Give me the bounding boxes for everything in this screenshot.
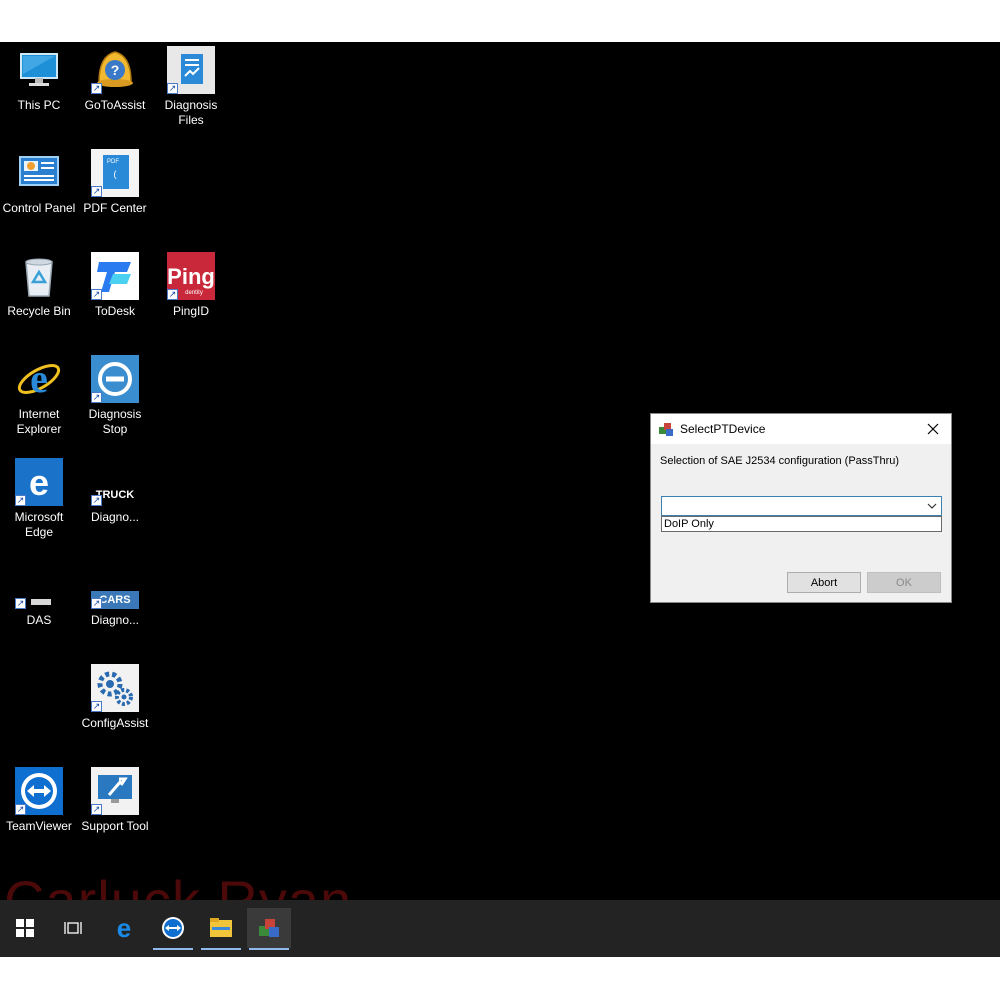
icon-label: This PC [17,98,61,112]
icon-label: TeamViewer [6,819,72,833]
app-icon [659,423,673,436]
gotoassist-icon: ? ↗ [91,46,139,94]
desktop-icon-microsoft-edge[interactable]: e ↗ Microsoft Edge [1,458,77,540]
das-icon: ↗ [15,561,63,609]
icon-label: PDF Center [83,201,147,215]
xentry-app-icon [259,919,279,937]
shortcut-arrow-icon: ↗ [167,289,178,300]
windows-start-icon [16,919,34,937]
shortcut-arrow-icon: ↗ [167,83,178,94]
shortcut-arrow-icon: ↗ [91,804,102,815]
ok-button[interactable]: OK [867,572,941,593]
shortcut-arrow-icon: ↗ [91,83,102,94]
support-tool-icon: ↗ [91,767,139,815]
shortcut-arrow-icon: ↗ [91,186,102,197]
icon-label: Diagnosis Stop [88,407,142,436]
control-panel-icon [15,149,63,197]
taskbar-teamviewer-button[interactable] [151,908,195,950]
icon-label: PingID [172,304,210,318]
desktop-icon-pdf-center[interactable]: PDF ( ↗ PDF Center [77,149,153,216]
shortcut-arrow-icon: ↗ [15,495,26,506]
microsoft-edge-icon: e ↗ [15,458,63,506]
svg-text:Ping: Ping [167,264,215,289]
desktop-icon-configassist[interactable]: ↗ ConfigAssist [77,664,153,731]
desktop-icon-todesk[interactable]: ↗ ToDesk [77,252,153,319]
pdf-center-icon: PDF ( ↗ [91,149,139,197]
internet-explorer-icon: e [15,355,63,403]
teamviewer-icon [162,917,184,939]
desktop-icon-pingid[interactable]: Ping dentity ↗ PingID [153,252,229,319]
dialog-description: Selection of SAE J2534 configuration (Pa… [660,455,900,467]
dialog-title: SelectPTDevice [680,422,766,436]
icon-label: GoToAssist [84,98,146,112]
chevron-down-icon [927,503,937,509]
desktop-icon-support-tool[interactable]: ↗ Support Tool [77,767,153,834]
configassist-gears-icon: ↗ [91,664,139,712]
this-pc-icon [15,46,63,94]
file-explorer-icon [210,918,232,937]
select-pt-device-dialog: SelectPTDevice Selection of SAE J2534 co… [650,413,952,603]
icon-label: ToDesk [94,304,135,318]
shortcut-arrow-icon: ↗ [91,598,102,609]
taskbar-file-explorer-button[interactable] [199,908,243,950]
icon-label: Recycle Bin [7,304,71,318]
dropdown-option-doip-only[interactable]: DoIP Only [661,516,942,532]
shortcut-arrow-icon: ↗ [91,289,102,300]
cars-logo-icon: CARS ↗ [91,561,139,609]
svg-text:dentity: dentity [185,290,203,296]
abort-button[interactable]: Abort [787,572,861,593]
pingid-icon: Ping dentity ↗ [167,252,215,300]
desktop-icon-diagnosis-cars[interactable]: CARS ↗ Diagno... [77,561,153,628]
desktop-icon-gotoassist[interactable]: ? ↗ GoToAssist [77,46,153,113]
shortcut-arrow-icon: ↗ [91,701,102,712]
icon-label: Diagnosis Files [164,98,218,127]
icon-label: Control Panel [2,201,76,215]
desktop-icon-teamviewer[interactable]: ↗ TeamViewer [1,767,77,834]
icon-label: Internet Explorer [16,407,62,436]
passthru-config-select[interactable] [661,496,942,516]
shortcut-arrow-icon: ↗ [15,598,26,609]
desktop-icon-diagnosis-stop[interactable]: ↗ Diagnosis Stop [77,355,153,437]
desktop-icon-internet-explorer[interactable]: e Internet Explorer [1,355,77,437]
icon-label: Diagno... [90,510,140,524]
close-icon[interactable] [923,419,943,439]
svg-text:e: e [29,462,49,503]
svg-text:e: e [117,915,131,941]
shortcut-arrow-icon: ↗ [91,392,102,403]
diagnosis-stop-icon: ↗ [91,355,139,403]
svg-text:e: e [30,356,48,401]
desktop-icon-das[interactable]: ↗ DAS [1,561,77,628]
task-view-icon [64,922,82,934]
shortcut-arrow-icon: ↗ [91,495,102,506]
desktop-icon-diagnosis-files[interactable]: ↗ Diagnosis Files [153,46,229,128]
svg-text:(: ( [114,169,117,179]
recycle-bin-icon [15,252,63,300]
svg-text:?: ? [111,62,120,78]
truck-logo-icon: TRUCK ↗ [91,458,139,506]
desktop-icon-recycle-bin[interactable]: Recycle Bin [1,252,77,319]
desktop-icon-diagnosis-truck[interactable]: TRUCK ↗ Diagno... [77,458,153,525]
taskbar-edge-button[interactable]: e [102,908,146,948]
dialog-titlebar[interactable]: SelectPTDevice [651,414,951,444]
taskbar-start-button[interactable] [3,908,47,948]
desktop-icon-this-pc[interactable]: This PC [1,46,77,113]
icon-label: ConfigAssist [81,716,149,730]
taskbar-task-view-button[interactable] [51,908,95,948]
svg-text:CARS: CARS [99,594,130,606]
icon-label: DAS [26,613,52,627]
taskbar: e [0,900,1000,957]
desktop-icon-control-panel[interactable]: Control Panel [1,149,77,216]
icon-label: Support Tool [81,819,149,833]
taskbar-xentry-app-button[interactable] [247,908,291,950]
edge-icon: e [117,915,131,941]
todesk-icon: ↗ [91,252,139,300]
teamviewer-icon: ↗ [15,767,63,815]
svg-text:PDF: PDF [107,159,119,165]
desktop: This PC Control Panel Recycle Bin e Inte… [0,42,1000,957]
diagnosis-files-icon: ↗ [167,46,215,94]
icon-label: Diagno... [90,613,140,627]
shortcut-arrow-icon: ↗ [15,804,26,815]
icon-label: Microsoft Edge [14,510,64,539]
